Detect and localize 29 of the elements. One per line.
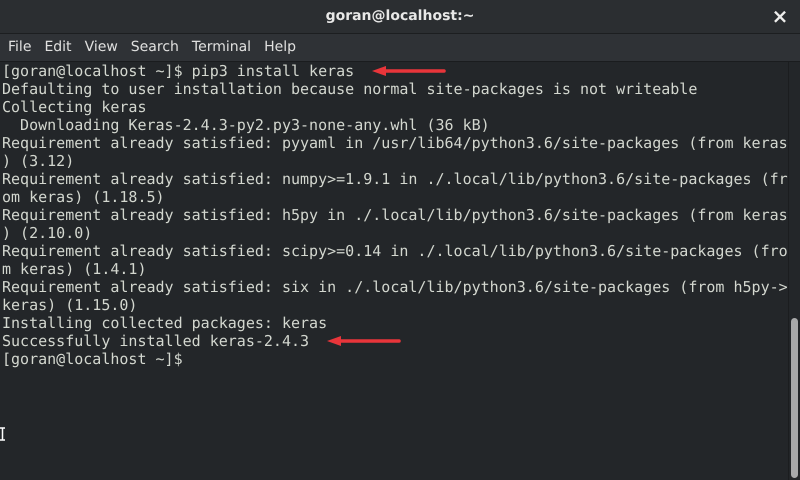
terminal-line: Requirement already satisfied: numpy>=1.9.1 in ./.local/lib/python3.6/site-packages (fr <box>2 170 788 188</box>
menu-item[interactable]: Terminal <box>186 34 258 61</box>
terminal-line: [goran@localhost ~]$ <box>2 350 183 368</box>
terminal-line: keras) (1.15.0) <box>2 296 138 314</box>
menu-item[interactable]: View <box>78 34 124 61</box>
terminal-line: [goran@localhost ~]$ pip3 install keras <box>2 62 354 80</box>
terminal-line: Defaulting to user installation because normal site-packages is not writeable <box>2 80 698 98</box>
menu-item[interactable]: Search <box>124 34 185 61</box>
menu-item[interactable]: Edit <box>38 34 78 61</box>
close-button[interactable]: × <box>768 4 792 28</box>
terminal-line: Requirement already satisfied: scipy>=0.14 in ./.local/lib/python3.6/site-packages (fro <box>2 242 788 260</box>
terminal-line: Requirement already satisfied: six in ./.local/lib/python3.6/site-packages (from h5py-> <box>2 278 788 296</box>
text-cursor-icon <box>0 427 6 441</box>
scrollbar-thumb[interactable] <box>791 318 798 478</box>
terminal-line: Installing collected packages: keras <box>2 314 328 332</box>
menu-item[interactable]: File <box>2 34 38 61</box>
terminal-line: Requirement already satisfied: h5py in ./.local/lib/python3.6/site-packages (from keras <box>2 206 788 224</box>
terminal-line: ) (3.12) <box>2 152 74 170</box>
arrow-icon <box>327 336 402 346</box>
terminal-line: Successfully installed keras-2.4.3 <box>2 332 310 350</box>
terminal-line: Requirement already satisfied: pyyaml in /usr/lib64/python3.6/site-packages (from keras <box>2 134 788 152</box>
terminal-line: Collecting keras <box>2 98 146 116</box>
window-title: goran@localhost:~ <box>326 7 474 26</box>
terminal-line: om keras) (1.18.5) <box>2 188 165 206</box>
terminal-line: m keras) (1.4.1) <box>2 260 146 278</box>
menu-item[interactable]: Help <box>258 34 302 61</box>
terminal-line: ) (2.10.0) <box>2 224 92 242</box>
arrow-icon <box>372 66 446 76</box>
terminal-line: Downloading Keras-2.4.3-py2.py3-none-any.whl (36 kB) <box>19 116 490 134</box>
